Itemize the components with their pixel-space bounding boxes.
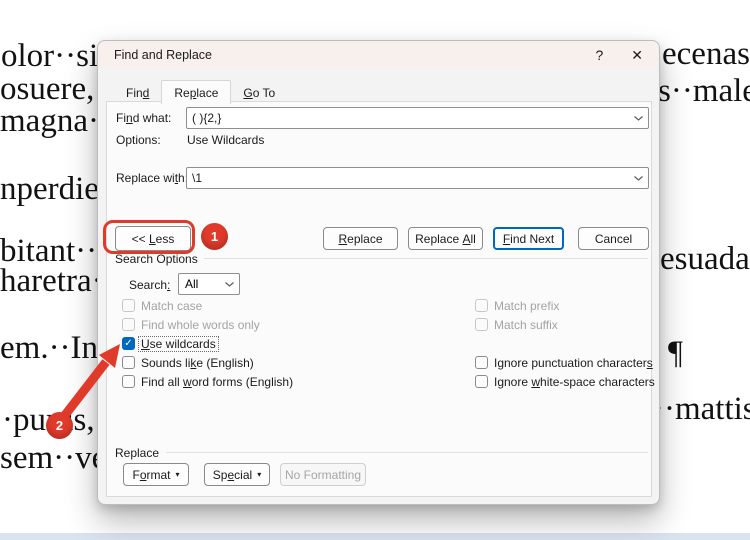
tab-replace[interactable]: Re p lace bbox=[161, 80, 232, 104]
checkbox-whole-words bbox=[122, 318, 135, 331]
menu-arrow-icon: ▾ bbox=[175, 469, 180, 479]
menu-arrow-icon: ▾ bbox=[257, 469, 262, 479]
document-text-line: nperdiet bbox=[0, 171, 109, 207]
search-direction-dropdown[interactable]: All bbox=[178, 273, 240, 295]
checkbox-match-prefix bbox=[475, 299, 488, 312]
no-formatting-button: No Formatting bbox=[280, 463, 366, 486]
search-direction-value: All bbox=[185, 277, 199, 291]
document-text-line: ··mattis bbox=[653, 391, 750, 427]
checkbox-ignore-punctuation-label[interactable]: Ignore punctuation characters bbox=[494, 356, 653, 370]
close-icon[interactable]: ✕ bbox=[631, 48, 643, 62]
options-value: Use Wildcards bbox=[187, 133, 265, 147]
format-button-label: Format bbox=[132, 467, 171, 482]
window-bottom-edge bbox=[0, 533, 750, 540]
find-what-field[interactable] bbox=[186, 107, 649, 129]
replace-with-field[interactable] bbox=[186, 167, 649, 189]
less-button[interactable]: << Less bbox=[115, 226, 191, 251]
checkbox-word-forms[interactable] bbox=[122, 375, 135, 388]
checkbox-ignore-punctuation[interactable] bbox=[475, 356, 488, 369]
dialog-title-bar: Find and Replace ? ✕ bbox=[98, 41, 659, 69]
search-options-group-label: Search Options bbox=[115, 252, 198, 266]
pilcrow-mark: ¶ bbox=[668, 335, 683, 371]
document-text-line: magna·· bbox=[0, 103, 110, 139]
checkbox-match-suffix-label: Match suffix bbox=[494, 318, 558, 332]
checkbox-match-prefix-label: Match prefix bbox=[494, 299, 560, 313]
document-text-line: em.··In· bbox=[0, 330, 110, 366]
special-button-label: Special bbox=[212, 467, 253, 482]
callout-step-1: 1 bbox=[201, 223, 228, 250]
document-text-line: esuada· bbox=[660, 241, 750, 277]
callout-step-2: 2 bbox=[46, 412, 73, 439]
cancel-button[interactable]: Cancel bbox=[578, 227, 649, 250]
dialog-title: Find and Replace bbox=[114, 48, 212, 62]
check-icon: ✓ bbox=[124, 337, 133, 349]
checkbox-use-wildcards[interactable]: ✓ bbox=[122, 337, 135, 350]
checkbox-use-wildcards-label[interactable]: Use wildcards bbox=[138, 336, 219, 352]
checkbox-sounds-like-label[interactable]: Sounds like (English) bbox=[141, 356, 254, 370]
find-and-replace-dialog: Find and Replace ? ✕ Fin d Re p lace Go To … bbox=[97, 40, 660, 505]
group-divider bbox=[166, 452, 648, 453]
group-divider bbox=[204, 258, 648, 259]
chevron-down-icon bbox=[219, 281, 239, 288]
tab-strip: Fin d Re p lace Go To bbox=[114, 80, 287, 104]
replace-tab-panel: Find what: Options: Use Wildcards Replac… bbox=[106, 101, 655, 497]
checkbox-match-suffix bbox=[475, 318, 488, 331]
find-what-input[interactable] bbox=[187, 111, 628, 125]
checkbox-match-case-label: Match case bbox=[141, 299, 203, 313]
checkbox-word-forms-label[interactable]: Find all word forms (English) bbox=[141, 375, 293, 389]
replace-with-input[interactable] bbox=[187, 171, 628, 185]
format-button[interactable]: Format ▾ bbox=[123, 463, 189, 486]
document-text-line: s··male bbox=[658, 73, 750, 109]
checkbox-sounds-like[interactable] bbox=[122, 356, 135, 369]
options-label: Options: bbox=[116, 133, 161, 147]
search-direction-label: Search: bbox=[129, 278, 171, 292]
checkbox-ignore-whitespace-label[interactable]: Ignore white-space characters bbox=[494, 375, 655, 389]
checkbox-ignore-whitespace[interactable] bbox=[475, 375, 488, 388]
replace-button[interactable]: Replace bbox=[323, 227, 398, 250]
tab-find[interactable]: Fin d bbox=[114, 83, 161, 103]
checkbox-match-case bbox=[122, 299, 135, 312]
tab-goto[interactable]: Go To bbox=[231, 83, 287, 103]
find-next-button[interactable]: Find Next bbox=[493, 227, 564, 250]
help-icon[interactable]: ? bbox=[595, 48, 603, 62]
checkbox-whole-words-label: Find whole words only bbox=[141, 318, 260, 332]
replace-all-button[interactable]: Replace All bbox=[408, 227, 483, 250]
document-text-line: ecenas· bbox=[662, 36, 750, 72]
chevron-down-icon[interactable] bbox=[628, 175, 648, 182]
replace-group-label: Replace bbox=[115, 446, 160, 460]
chevron-down-icon[interactable] bbox=[628, 115, 648, 122]
find-what-label: Find what: bbox=[116, 111, 172, 125]
special-button[interactable]: Special ▾ bbox=[204, 463, 270, 486]
replace-with-label: Replace with: bbox=[116, 171, 189, 185]
